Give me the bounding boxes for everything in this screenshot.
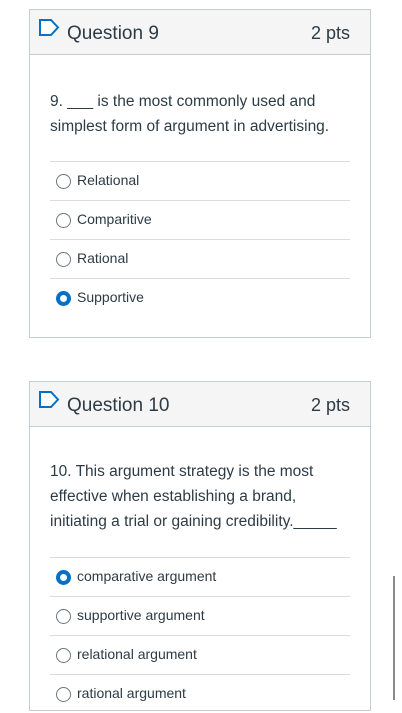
answer-label[interactable]: supportive argument [77, 607, 205, 623]
flag-icon[interactable] [38, 382, 62, 408]
radio-button[interactable] [56, 648, 71, 663]
answer-option[interactable]: rational argument [50, 674, 350, 713]
answer-option[interactable]: Supportive [50, 278, 350, 317]
question-points: 2 pts [310, 395, 350, 415]
answer-label[interactable]: Comparitive [77, 211, 152, 227]
answer-label[interactable]: comparative argument [77, 568, 216, 584]
answer-label[interactable]: rational argument [77, 685, 186, 701]
radio-button[interactable] [56, 609, 71, 624]
answer-label[interactable]: Rational [77, 250, 128, 266]
radio-button-selected[interactable] [56, 291, 71, 306]
answer-option[interactable]: Relational [50, 161, 350, 200]
answer-option[interactable]: comparative argument [50, 557, 350, 596]
answer-option[interactable]: relational argument [50, 635, 350, 674]
question-title: Question 10 [67, 395, 170, 416]
flag-icon[interactable] [38, 10, 62, 36]
scrollbar[interactable] [393, 576, 395, 700]
radio-button[interactable] [56, 213, 71, 228]
question-text: 9. ___ is the most commonly used and sim… [50, 93, 330, 135]
question-title: Question 9 [67, 23, 159, 44]
question-header: Question 10 2 pts [30, 382, 370, 427]
answer-option[interactable]: supportive argument [50, 596, 350, 635]
radio-button[interactable] [56, 252, 71, 267]
radio-button[interactable] [56, 174, 71, 189]
question-points: 2 pts [310, 23, 350, 43]
radio-button-selected[interactable] [56, 570, 71, 585]
answer-option[interactable]: Comparitive [50, 200, 350, 239]
answer-label[interactable]: Relational [77, 172, 139, 188]
answer-option[interactable]: Rational [50, 239, 350, 278]
question-card-9: Question 9 2 pts 9. ___ is the most comm… [29, 9, 371, 338]
question-text: 10. This argument strategy is the most e… [50, 463, 337, 530]
question-header: Question 9 2 pts [30, 10, 370, 55]
answer-label[interactable]: relational argument [77, 646, 197, 662]
answer-label[interactable]: Supportive [77, 289, 144, 305]
question-card-10: Question 10 2 pts 10. This argument stra… [29, 381, 371, 711]
